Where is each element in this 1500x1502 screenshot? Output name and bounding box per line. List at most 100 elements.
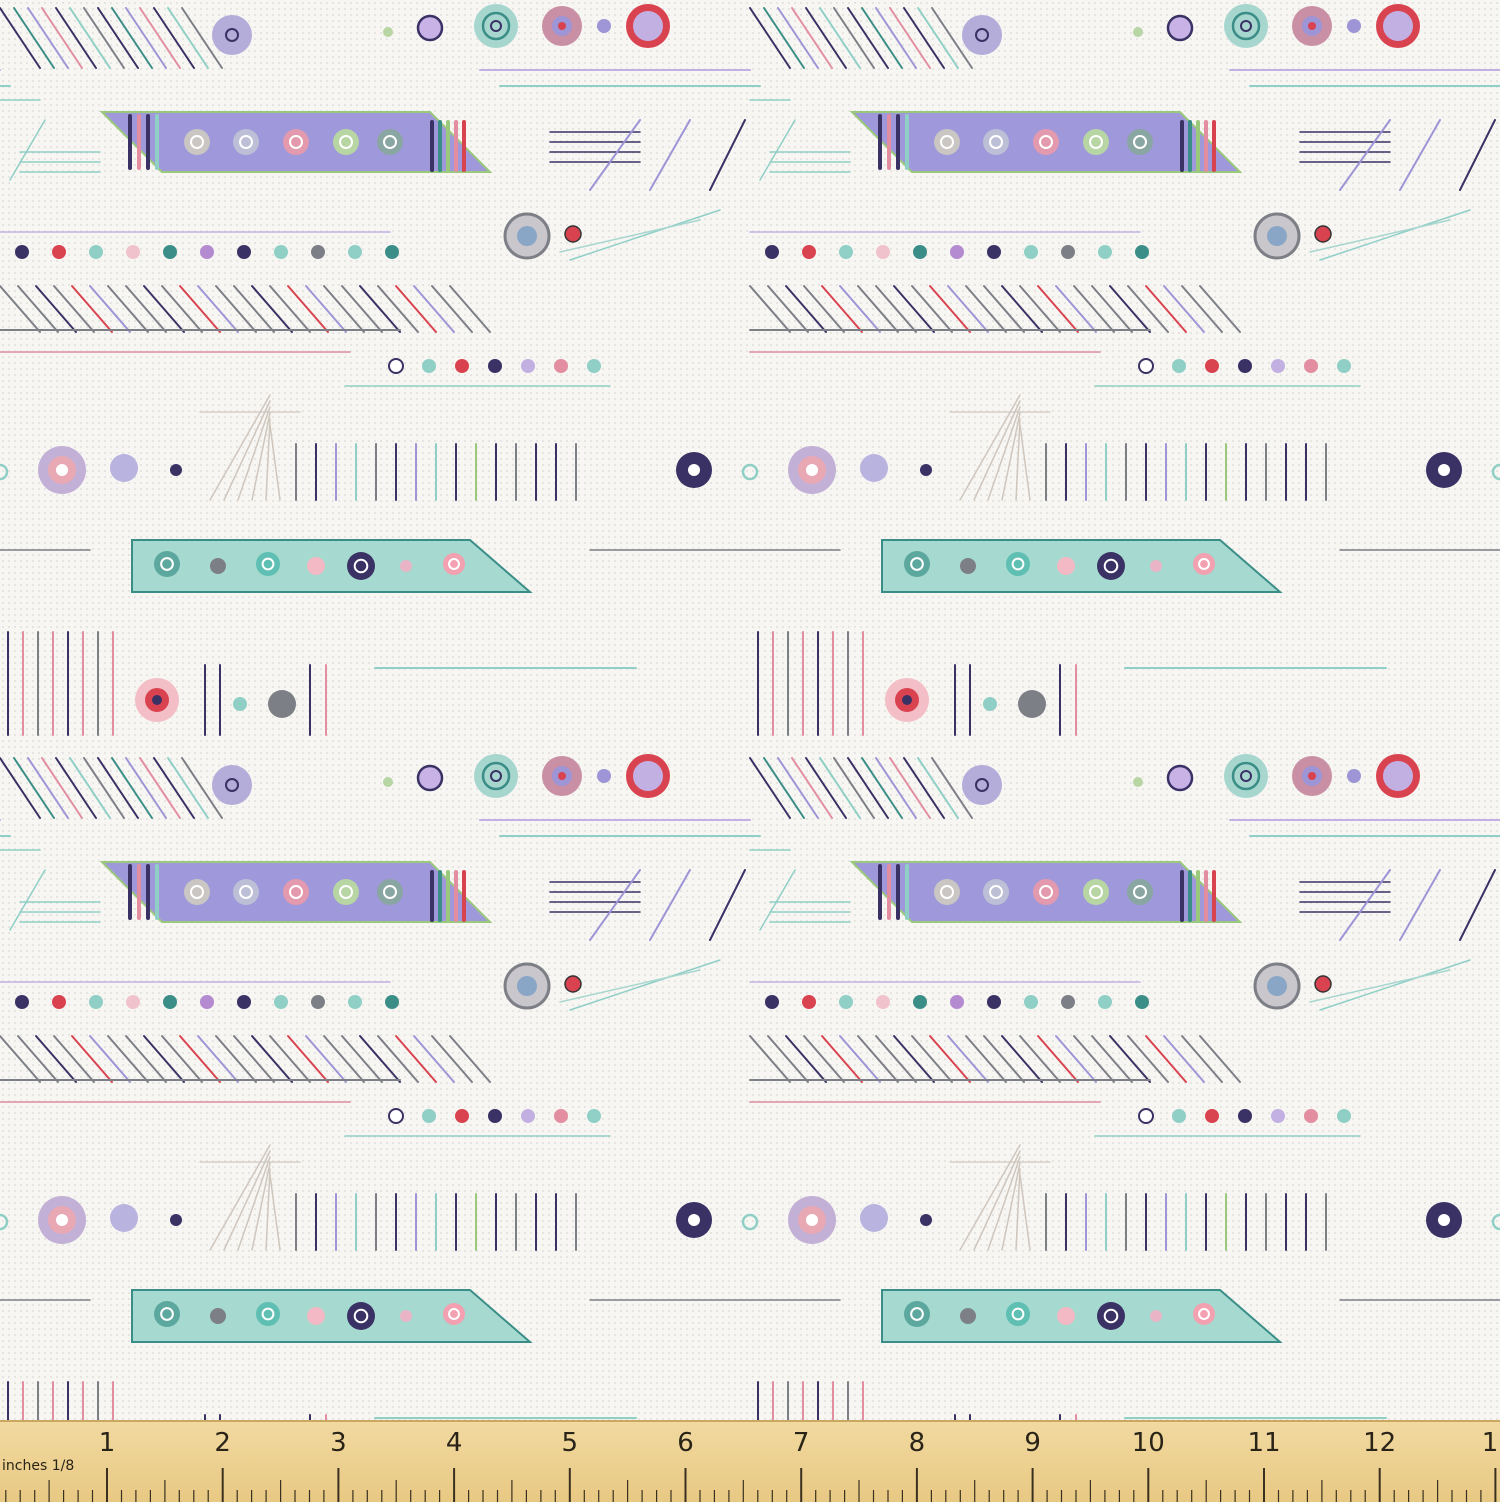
pattern-dot bbox=[15, 245, 29, 259]
pattern-dot bbox=[913, 995, 927, 1009]
pattern-dot bbox=[765, 245, 779, 259]
pattern-dot bbox=[1133, 27, 1143, 37]
pattern-dot bbox=[1383, 11, 1413, 41]
pattern-dot bbox=[474, 754, 518, 798]
pattern-dot bbox=[987, 995, 1001, 1009]
pattern-dot bbox=[283, 129, 309, 155]
pattern-dot bbox=[52, 245, 66, 259]
pattern-dot bbox=[1098, 995, 1112, 1009]
pattern-dot bbox=[348, 995, 362, 1009]
pattern-dot bbox=[1224, 754, 1268, 798]
pattern-dot bbox=[860, 454, 888, 482]
pattern-dot bbox=[1271, 1109, 1285, 1123]
pattern-dot bbox=[422, 359, 436, 373]
pattern-dot bbox=[163, 995, 177, 1009]
pattern-dot bbox=[1018, 690, 1046, 718]
pattern-dot bbox=[488, 1109, 502, 1123]
pattern-dot bbox=[163, 245, 177, 259]
pattern-dot bbox=[15, 995, 29, 1009]
pattern-dot bbox=[987, 245, 1001, 259]
pattern-dot bbox=[200, 245, 214, 259]
pattern-dot bbox=[1097, 552, 1125, 580]
pattern-dot bbox=[126, 245, 140, 259]
pattern-dot bbox=[904, 1301, 930, 1327]
pattern-dot bbox=[1438, 1214, 1450, 1226]
pattern-dot bbox=[455, 359, 469, 373]
pattern-dot bbox=[564, 225, 582, 243]
pattern-dot bbox=[311, 995, 325, 1009]
pattern-dot bbox=[558, 772, 566, 780]
pattern-dot bbox=[920, 1214, 932, 1226]
pattern-dot bbox=[1205, 1109, 1219, 1123]
pattern-dot bbox=[56, 464, 68, 476]
pattern-dot bbox=[597, 19, 611, 33]
pattern-dot bbox=[950, 995, 964, 1009]
pattern-dot bbox=[806, 464, 818, 476]
pattern-dot bbox=[400, 1310, 412, 1322]
pattern-dot bbox=[1097, 1302, 1125, 1330]
ruler-label: 4 bbox=[445, 1428, 463, 1458]
pattern-dot bbox=[558, 22, 566, 30]
pattern-dot bbox=[962, 15, 1002, 55]
pattern-dot bbox=[1238, 1109, 1252, 1123]
pattern-dot bbox=[333, 879, 359, 905]
pattern-dot bbox=[1061, 245, 1075, 259]
pattern-dot bbox=[1314, 225, 1332, 243]
pattern-dot bbox=[1172, 1109, 1186, 1123]
pattern-dot bbox=[52, 995, 66, 1009]
pattern-dot bbox=[517, 976, 537, 996]
pattern-dot bbox=[237, 245, 251, 259]
pattern-dot bbox=[233, 129, 259, 155]
pattern-dot bbox=[184, 879, 210, 905]
pattern-dot bbox=[860, 1204, 888, 1232]
ruler-label: 7 bbox=[792, 1428, 810, 1458]
pattern-dot bbox=[474, 4, 518, 48]
pattern-dot bbox=[1304, 1109, 1318, 1123]
pattern-dot bbox=[1347, 769, 1361, 783]
pattern-dot bbox=[564, 975, 582, 993]
pattern-dot bbox=[1057, 557, 1075, 575]
pattern-dot bbox=[170, 464, 182, 476]
teal-banner bbox=[131, 1289, 533, 1343]
pattern-dot bbox=[597, 769, 611, 783]
pattern-dot bbox=[383, 27, 393, 37]
pattern-dot bbox=[307, 557, 325, 575]
pattern-dot bbox=[633, 11, 663, 41]
pattern-dot bbox=[210, 1308, 226, 1324]
pattern-dot bbox=[400, 560, 412, 572]
ruler-label: 1 bbox=[1481, 1428, 1499, 1458]
teal-banner bbox=[881, 1289, 1283, 1343]
pattern-dot bbox=[1150, 560, 1162, 572]
pattern-dot bbox=[1308, 22, 1316, 30]
pattern-dot bbox=[688, 1214, 700, 1226]
pattern-dot bbox=[268, 690, 296, 718]
ruler-label: 2 bbox=[214, 1428, 231, 1458]
fabric-pattern bbox=[0, 0, 1500, 1420]
pattern-dot bbox=[1057, 1307, 1075, 1325]
pattern-dot bbox=[388, 358, 404, 374]
pattern-dot bbox=[1033, 129, 1059, 155]
ruler-unit-caption: inches 1/8 bbox=[2, 1458, 75, 1474]
pattern-dot bbox=[1337, 359, 1351, 373]
ruler-label: 9 bbox=[1024, 1428, 1041, 1458]
ruler-label: 10 bbox=[1131, 1428, 1165, 1458]
ruler-label: 5 bbox=[561, 1428, 579, 1458]
pattern-dot bbox=[962, 765, 1002, 805]
pattern-dot bbox=[333, 129, 359, 155]
pattern-dot bbox=[274, 995, 288, 1009]
pattern-dot bbox=[154, 1301, 180, 1327]
pattern-dot bbox=[152, 695, 162, 705]
pattern-dot bbox=[1138, 1108, 1154, 1124]
pattern-dot bbox=[274, 245, 288, 259]
pattern-dot bbox=[311, 245, 325, 259]
ruler-label: 3 bbox=[330, 1428, 347, 1458]
pattern-dot bbox=[983, 879, 1009, 905]
ruler-label: 8 bbox=[908, 1428, 926, 1458]
pattern-dot bbox=[1271, 359, 1285, 373]
pattern-dot bbox=[1337, 1109, 1351, 1123]
pattern-dot bbox=[488, 359, 502, 373]
pattern-dot bbox=[517, 226, 537, 246]
pattern-dot bbox=[89, 245, 103, 259]
pattern-dot bbox=[212, 15, 252, 55]
pattern-dot bbox=[960, 558, 976, 574]
